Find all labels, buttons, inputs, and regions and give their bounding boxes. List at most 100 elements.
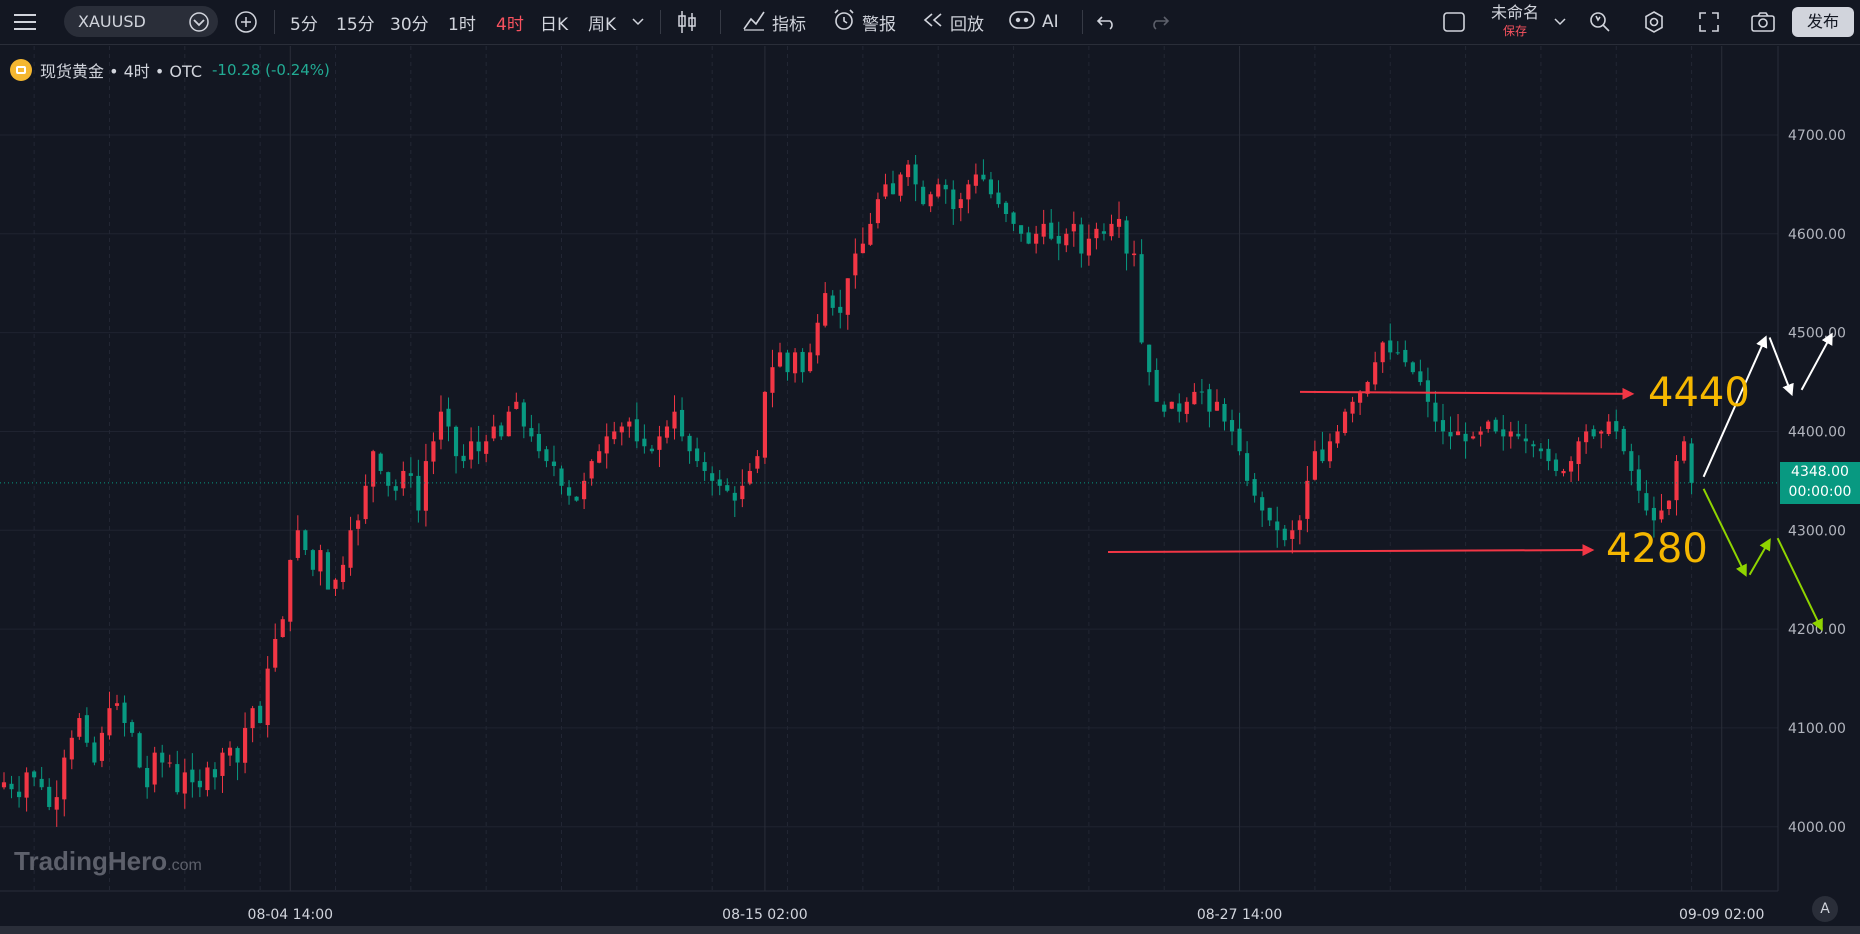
interval-15m[interactable]: 15分 — [336, 0, 375, 44]
price-axis-tick-label: 4500.00 — [1788, 326, 1846, 342]
menu-icon[interactable] — [14, 0, 36, 44]
candle-body — [981, 174, 986, 180]
robot-icon — [1008, 9, 1036, 36]
candle-body — [122, 702, 127, 723]
candle-body — [491, 426, 496, 439]
ai-label: AI — [1042, 12, 1059, 32]
candle-body — [762, 391, 767, 458]
time-axis-tick-label: 08-15 02:00 — [722, 907, 807, 923]
symbol-search-icon[interactable] — [188, 0, 210, 44]
ai-button[interactable]: AI — [1008, 0, 1059, 44]
indicators-button[interactable]: 指标 — [742, 0, 806, 44]
candle-body — [1425, 380, 1430, 402]
replay-label: 回放 — [950, 14, 984, 35]
candle-body — [39, 778, 44, 788]
candle-body — [1501, 429, 1506, 437]
bullish-arrow-retest — [1768, 337, 1794, 397]
candle-body — [1606, 421, 1611, 434]
candle-body — [227, 747, 233, 756]
candle-body — [566, 487, 572, 496]
alert-button[interactable]: 警报 — [832, 0, 896, 44]
chevron-down-icon[interactable] — [632, 0, 644, 44]
price-axis-tick-label: 4000.00 — [1788, 820, 1846, 836]
candle-body — [288, 559, 293, 622]
candle-body — [54, 797, 59, 810]
layout-toggle-icon[interactable] — [1442, 0, 1466, 44]
candle-body — [634, 419, 639, 442]
candle-body — [1124, 220, 1129, 254]
candle-body — [1614, 421, 1619, 432]
candle-body — [1651, 507, 1656, 521]
auto-scale-button[interactable]: A — [1812, 896, 1838, 922]
candle-body — [386, 472, 391, 486]
layout-chevron-down-icon[interactable] — [1554, 0, 1566, 44]
interval-4h-active[interactable]: 4时 — [496, 0, 524, 44]
replay-button[interactable]: 回放 — [922, 0, 984, 44]
candle-body — [830, 295, 835, 308]
candle-body — [416, 475, 421, 511]
candle-body — [333, 579, 338, 589]
candle-body — [838, 306, 843, 313]
candle-body — [770, 367, 775, 393]
candle-body — [1056, 235, 1061, 244]
interval-5m[interactable]: 5分 — [290, 0, 318, 44]
candle-body — [890, 183, 896, 195]
time-axis-tick-label: 08-04 14:00 — [248, 907, 333, 923]
last-price-tag: 4348.00 00:00:00 — [1780, 461, 1860, 504]
symbol-label[interactable]: XAUUSD — [78, 6, 146, 37]
candle-body — [1644, 493, 1649, 511]
candle-body — [845, 278, 850, 315]
layout-name-block[interactable]: 未命名 保存 — [1486, 2, 1544, 42]
publish-button[interactable]: 发布 — [1792, 7, 1854, 37]
candle-body — [182, 772, 187, 794]
candle-body — [1561, 470, 1566, 474]
candle-body — [747, 470, 752, 484]
settings-gear-icon[interactable] — [1642, 0, 1666, 44]
resistance-level-label: 4440 — [1648, 370, 1750, 416]
candle-body — [973, 174, 978, 186]
candle-body — [1403, 349, 1408, 363]
interval-1d[interactable]: 日K — [540, 0, 568, 44]
candle-body — [423, 461, 428, 511]
add-symbol-icon[interactable] — [234, 0, 258, 44]
candle-body — [1162, 404, 1167, 412]
fullscreen-icon[interactable] — [1698, 0, 1720, 44]
interval-1w[interactable]: 周K — [588, 0, 616, 44]
candle-body — [197, 780, 202, 788]
candle-body — [310, 550, 315, 570]
candle-body — [438, 411, 444, 440]
candle-type-icon[interactable] — [676, 0, 698, 44]
candle-body — [1237, 428, 1242, 452]
time-axis-tick-label: 09-09 02:00 — [1679, 907, 1764, 923]
candle-body — [958, 199, 963, 209]
candle-body — [280, 619, 285, 638]
candle-body — [1350, 401, 1355, 414]
undo-icon[interactable] — [1096, 0, 1118, 44]
candle-body — [1478, 431, 1483, 435]
candle-body — [875, 199, 881, 224]
interval-30m[interactable]: 30分 — [390, 0, 429, 44]
candle-body — [732, 492, 737, 501]
last-price-value: 4348.00 — [1791, 463, 1849, 480]
candle-body — [24, 772, 29, 798]
watermark-brand: TradingHero — [14, 846, 168, 876]
quick-search-icon[interactable] — [1588, 0, 1612, 44]
candle-body — [325, 552, 331, 590]
candle-body — [1199, 391, 1204, 393]
chart-grid — [0, 46, 1778, 891]
candle-body — [1026, 232, 1031, 244]
interval-1h[interactable]: 1时 — [448, 0, 476, 44]
watermark-suffix: .com — [167, 857, 202, 874]
candle-body — [551, 461, 557, 467]
brand-watermark: TradingHero.com — [14, 846, 202, 877]
bearish-arrow-retest — [1748, 538, 1771, 576]
camera-icon[interactable] — [1750, 0, 1776, 44]
candle-body — [152, 752, 157, 785]
candle-body — [1312, 451, 1317, 480]
candle-body — [1101, 231, 1107, 234]
candle-body — [883, 184, 888, 197]
candle-body — [1260, 497, 1265, 511]
price-chart[interactable]: 4000.00 4100.00 4200.00 4300.00 4400.00 4500.… — [0, 46, 1860, 926]
candle-body — [1358, 391, 1363, 403]
redo-icon[interactable] — [1148, 0, 1170, 44]
